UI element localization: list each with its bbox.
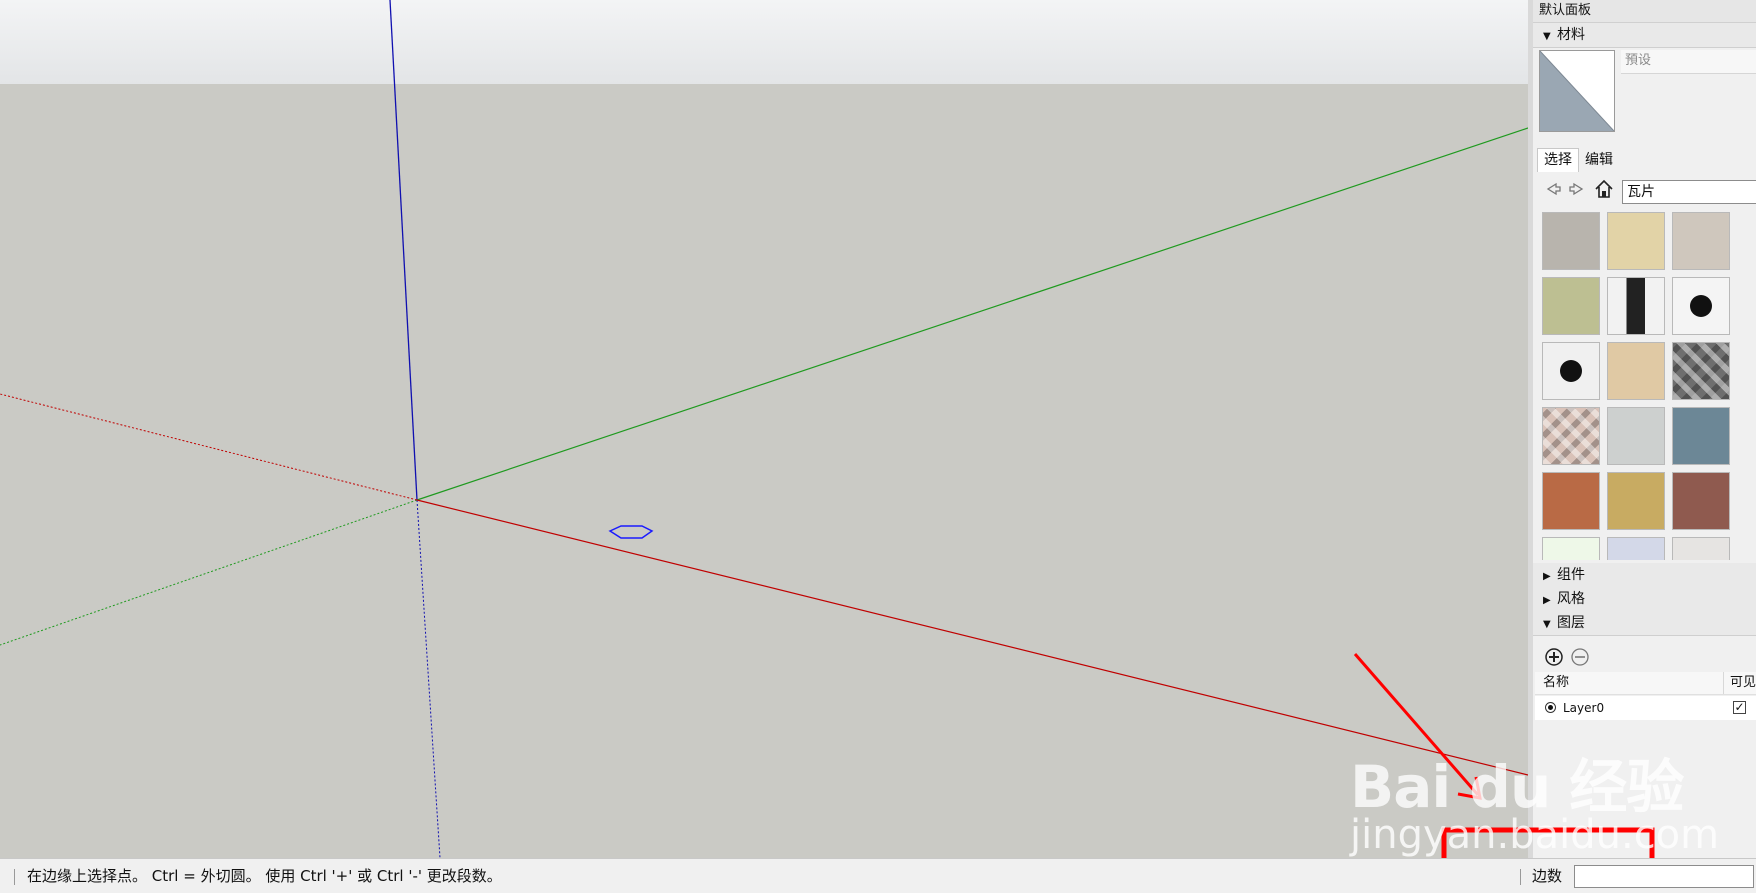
styles-section-header[interactable]: ▶ 风格 [1533,587,1756,612]
library-navigation [1541,178,1619,206]
vcb-divider [1520,869,1521,885]
tab-select[interactable]: 选择 [1537,148,1579,172]
green-axis-negative [0,499,418,646]
axes-scene[interactable] [0,0,1528,858]
layer-name: Layer0 [1563,701,1605,715]
components-section-header[interactable]: ▶ 组件 [1533,563,1756,588]
sides-input[interactable] [1574,865,1754,888]
column-visible-header[interactable]: 可见 [1723,672,1756,694]
triangle-down-icon: ▼ [1543,619,1551,630]
material-preview[interactable] [1539,50,1615,132]
material-swatch-pink-green-star[interactable] [1542,407,1600,465]
material-swatch-blue-gray-stone[interactable] [1672,407,1730,465]
triangle-right-icon: ▶ [1543,571,1551,582]
red-axis-negative [0,393,418,501]
layers-section-header[interactable]: ▼ 图层 [1533,611,1756,636]
sides-label: 边数 [1532,867,1563,885]
material-swatch-stone-gray[interactable] [1542,212,1600,270]
materials-header-label: 材料 [1557,27,1585,43]
status-message: 在边缘上选择点。 Ctrl = 外切圆。 使用 Ctrl '+' 或 Ctrl … [27,867,502,885]
blue-axis-negative [416,499,441,858]
material-swatch-grid [1542,212,1742,560]
panel-title: 默认面板 [1533,0,1756,23]
material-swatch-black-flower-white[interactable] [1672,277,1730,335]
remove-layer-icon[interactable] [1569,646,1591,672]
modeling-viewport[interactable] [0,0,1528,858]
active-layer-radio[interactable] [1545,702,1556,713]
layers-table-header: 名称 可见 [1535,672,1756,695]
components-header-label: 组件 [1557,567,1585,583]
material-name-field[interactable]: 預设 [1621,50,1756,74]
layer-row[interactable]: Layer0 ✓ [1535,696,1756,720]
layer-visible-checkbox[interactable]: ✓ [1733,701,1746,714]
blue-axis-positive [389,0,418,501]
material-swatch-black-marble-pattern[interactable] [1607,277,1665,335]
column-name-header[interactable]: 名称 [1543,672,1569,694]
material-swatch-sand-tile[interactable] [1607,212,1665,270]
tab-edit[interactable]: 编辑 [1579,149,1619,173]
material-swatch-black-star-white[interactable] [1542,342,1600,400]
status-divider [14,869,15,885]
add-layer-icon[interactable] [1543,646,1565,672]
material-swatch-blue-marble[interactable] [1607,537,1665,560]
material-swatch-terracotta[interactable] [1542,472,1600,530]
material-swatch-green-linen[interactable] [1542,277,1600,335]
home-icon[interactable] [1593,178,1619,202]
triangle-down-icon: ▼ [1543,31,1551,42]
material-swatch-pale-green[interactable] [1542,537,1600,560]
layers-header-label: 图层 [1557,615,1585,631]
material-swatch-gray-granite[interactable] [1607,407,1665,465]
default-tray-panel: 默认面板 ▼ 材料 預设 选择 编辑 瓦片 ▶ 组件 ▶ 风格 ▼ 图层 名称 … [1528,0,1756,858]
material-swatch-white-marble[interactable] [1672,537,1730,560]
material-swatch-beige-stone[interactable] [1607,342,1665,400]
styles-header-label: 风格 [1557,591,1585,607]
triangle-right-icon: ▶ [1543,595,1551,606]
library-dropdown[interactable]: 瓦片 [1622,180,1756,204]
green-axis-positive [416,127,1528,501]
back-arrow-icon[interactable] [1541,178,1567,202]
swatch-motif-icon [1560,360,1582,382]
material-preview-swatch [1539,50,1615,132]
material-swatch-gray-diamond-pattern[interactable] [1672,342,1730,400]
materials-tabs: 选择 编辑 [1537,148,1619,172]
forward-arrow-icon[interactable] [1567,178,1593,202]
status-bar: 在边缘上选择点。 Ctrl = 外切圆。 使用 Ctrl '+' 或 Ctrl … [0,858,1756,893]
material-swatch-red-mosaic[interactable] [1672,472,1730,530]
polygon-cursor-icon [608,525,654,539]
materials-section-header[interactable]: ▼ 材料 [1533,23,1756,48]
material-swatch-stone-block[interactable] [1672,212,1730,270]
material-swatch-ochre-tile[interactable] [1607,472,1665,530]
red-axis-positive [416,499,1528,776]
swatch-motif-icon [1690,295,1712,317]
layer-tools [1543,646,1591,670]
